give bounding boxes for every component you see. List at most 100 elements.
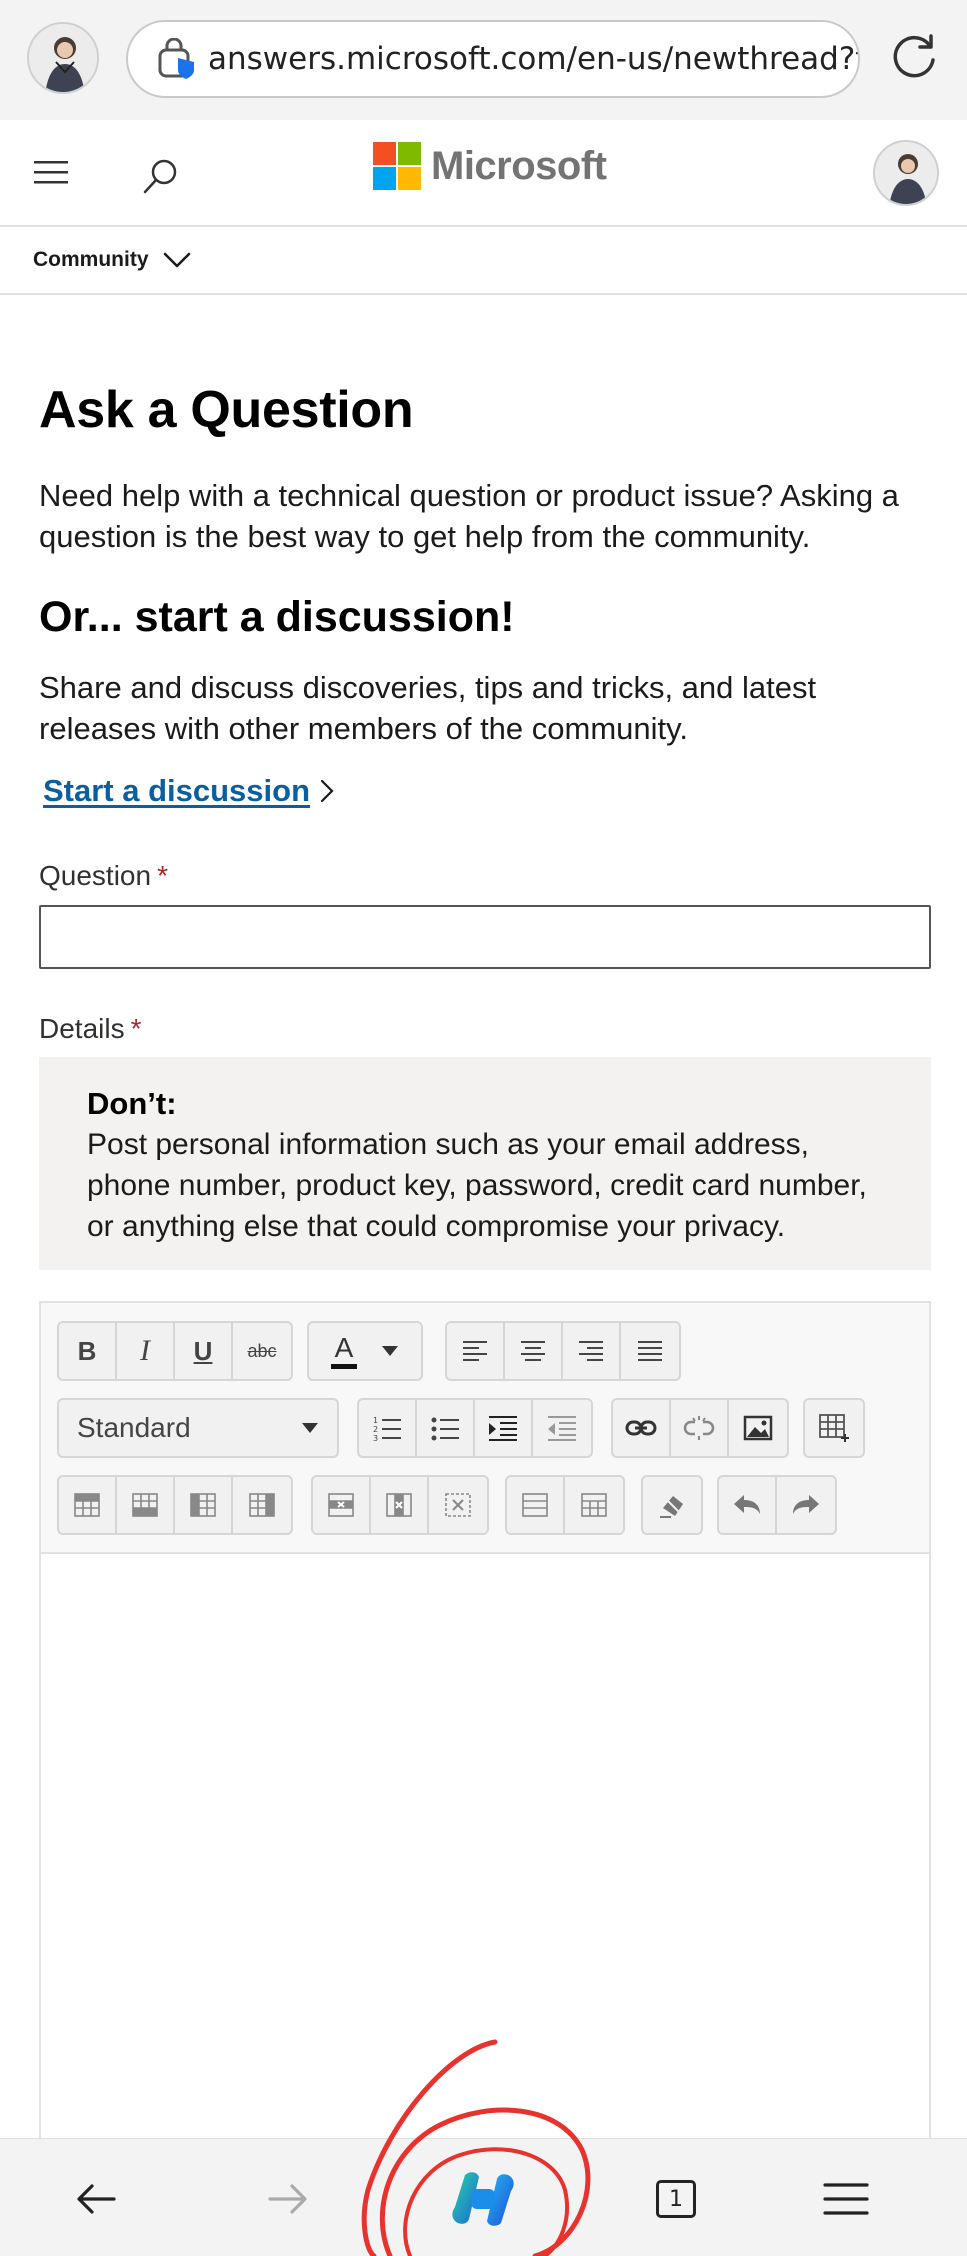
required-mark: * bbox=[157, 860, 168, 891]
table-row-column-group bbox=[57, 1475, 293, 1535]
table-delete-group bbox=[311, 1475, 489, 1535]
alignment-group bbox=[445, 1321, 681, 1381]
justify-button[interactable] bbox=[621, 1323, 679, 1379]
indent-button[interactable] bbox=[475, 1400, 533, 1456]
bullet-list-button[interactable] bbox=[417, 1400, 475, 1456]
back-arrow-icon bbox=[77, 2184, 116, 2214]
question-input[interactable] bbox=[39, 905, 931, 969]
insert-row-below-button[interactable] bbox=[117, 1477, 175, 1533]
strikethrough-button[interactable]: abc bbox=[233, 1323, 291, 1379]
insert-column-left-button[interactable] bbox=[175, 1477, 233, 1533]
table-group bbox=[803, 1398, 865, 1458]
warning-text: Post personal information such as your e… bbox=[87, 1128, 867, 1243]
link-icon bbox=[625, 1420, 657, 1436]
menu-icon[interactable] bbox=[34, 160, 68, 186]
merge-cells-icon bbox=[522, 1493, 548, 1517]
image-icon bbox=[743, 1415, 773, 1441]
outdent-icon bbox=[548, 1416, 576, 1441]
required-mark: * bbox=[130, 1013, 142, 1044]
column-right-icon bbox=[249, 1493, 275, 1517]
delete-row-icon bbox=[328, 1493, 354, 1517]
column-left-icon bbox=[190, 1493, 216, 1517]
merge-cells-button[interactable] bbox=[507, 1477, 565, 1533]
outdent-button[interactable] bbox=[533, 1400, 591, 1456]
browser-profile-avatar[interactable] bbox=[27, 22, 99, 94]
caret-down-icon bbox=[382, 1346, 398, 1356]
site-header: Microsoft bbox=[0, 120, 967, 227]
caret-down-icon bbox=[302, 1423, 318, 1433]
underline-button[interactable]: U bbox=[175, 1323, 233, 1379]
delete-row-button[interactable] bbox=[313, 1477, 371, 1533]
details-label: Details * bbox=[39, 1013, 142, 1045]
numbered-list-button[interactable]: 123 bbox=[359, 1400, 417, 1456]
menu-icon bbox=[823, 2183, 869, 2215]
redo-icon bbox=[793, 1495, 819, 1514]
split-cells-button[interactable] bbox=[565, 1477, 623, 1533]
numbered-list-icon: 123 bbox=[373, 1416, 401, 1441]
microsoft-logo[interactable]: Microsoft bbox=[373, 140, 607, 192]
row-below-icon bbox=[132, 1493, 158, 1517]
font-color-letter: A bbox=[334, 1331, 354, 1363]
community-nav[interactable]: Community bbox=[0, 227, 967, 295]
bold-button[interactable]: B bbox=[59, 1323, 117, 1379]
browser-bottom-bar: 1 bbox=[0, 2138, 967, 2256]
svg-text:3: 3 bbox=[373, 1434, 378, 1441]
remove-link-button[interactable] bbox=[671, 1400, 729, 1456]
list-indent-group: 123 bbox=[357, 1398, 593, 1458]
browser-top-bar: answers.microsoft.com/en-us/newthread?th… bbox=[0, 0, 967, 120]
link-media-group bbox=[611, 1398, 789, 1458]
delete-table-button[interactable] bbox=[429, 1477, 487, 1533]
browser-menu-button[interactable] bbox=[816, 2169, 876, 2229]
insert-image-button[interactable] bbox=[729, 1400, 787, 1456]
forward-button[interactable] bbox=[258, 2169, 318, 2229]
microsoft-wordmark: Microsoft bbox=[431, 143, 607, 188]
delete-column-button[interactable] bbox=[371, 1477, 429, 1533]
back-button[interactable] bbox=[66, 2169, 126, 2229]
svg-text:1: 1 bbox=[373, 1416, 378, 1425]
row-above-icon bbox=[74, 1493, 100, 1517]
font-color-group: A bbox=[307, 1321, 423, 1381]
clear-formatting-button[interactable] bbox=[643, 1477, 701, 1533]
copilot-button[interactable] bbox=[447, 2163, 519, 2235]
chevron-right-icon bbox=[320, 779, 334, 803]
editor-content-area[interactable] bbox=[41, 1554, 929, 2199]
insert-link-button[interactable] bbox=[613, 1400, 671, 1456]
privacy-warning: Don’t: Post personal information such as… bbox=[39, 1057, 931, 1270]
font-color-button[interactable]: A bbox=[309, 1323, 421, 1379]
community-label: Community bbox=[33, 248, 149, 271]
redo-button[interactable] bbox=[777, 1477, 835, 1533]
tab-count-badge: 1 bbox=[656, 2180, 696, 2218]
search-icon[interactable] bbox=[140, 156, 180, 196]
discussion-heading: Or... start a discussion! bbox=[39, 593, 515, 641]
insert-column-right-button[interactable] bbox=[233, 1477, 291, 1533]
align-center-button[interactable] bbox=[505, 1323, 563, 1379]
start-discussion-link[interactable]: Start a discussion bbox=[43, 773, 336, 809]
align-left-icon bbox=[463, 1341, 487, 1361]
table-insert-icon bbox=[819, 1414, 849, 1442]
paragraph-style-select[interactable]: Standard bbox=[57, 1398, 339, 1458]
insert-row-above-button[interactable] bbox=[59, 1477, 117, 1533]
split-cells-icon bbox=[581, 1493, 607, 1517]
address-bar[interactable]: answers.microsoft.com/en-us/newthread?th… bbox=[126, 20, 860, 98]
unlink-icon bbox=[683, 1416, 715, 1440]
reload-icon[interactable] bbox=[888, 32, 940, 84]
italic-button[interactable]: I bbox=[117, 1323, 175, 1379]
align-left-button[interactable] bbox=[447, 1323, 505, 1379]
indent-icon bbox=[489, 1416, 517, 1441]
tabs-button[interactable]: 1 bbox=[646, 2169, 706, 2229]
site-security-icon[interactable] bbox=[156, 38, 198, 80]
start-discussion-link-label: Start a discussion bbox=[43, 773, 311, 808]
forward-arrow-icon bbox=[268, 2184, 307, 2214]
undo-icon bbox=[734, 1495, 760, 1514]
chevron-down-icon bbox=[163, 252, 190, 268]
table-cell-group bbox=[505, 1475, 625, 1535]
align-right-button[interactable] bbox=[563, 1323, 621, 1379]
font-color-swatch bbox=[331, 1363, 357, 1369]
style-select-value: Standard bbox=[77, 1412, 191, 1443]
text-format-group: B I U abc bbox=[57, 1321, 293, 1381]
editor-toolbar: B I U abc A Standard 1 2 3 bbox=[41, 1303, 929, 1554]
user-avatar[interactable] bbox=[873, 140, 939, 206]
insert-table-button[interactable] bbox=[805, 1400, 863, 1456]
svg-text:2: 2 bbox=[373, 1425, 378, 1434]
undo-button[interactable] bbox=[719, 1477, 777, 1533]
